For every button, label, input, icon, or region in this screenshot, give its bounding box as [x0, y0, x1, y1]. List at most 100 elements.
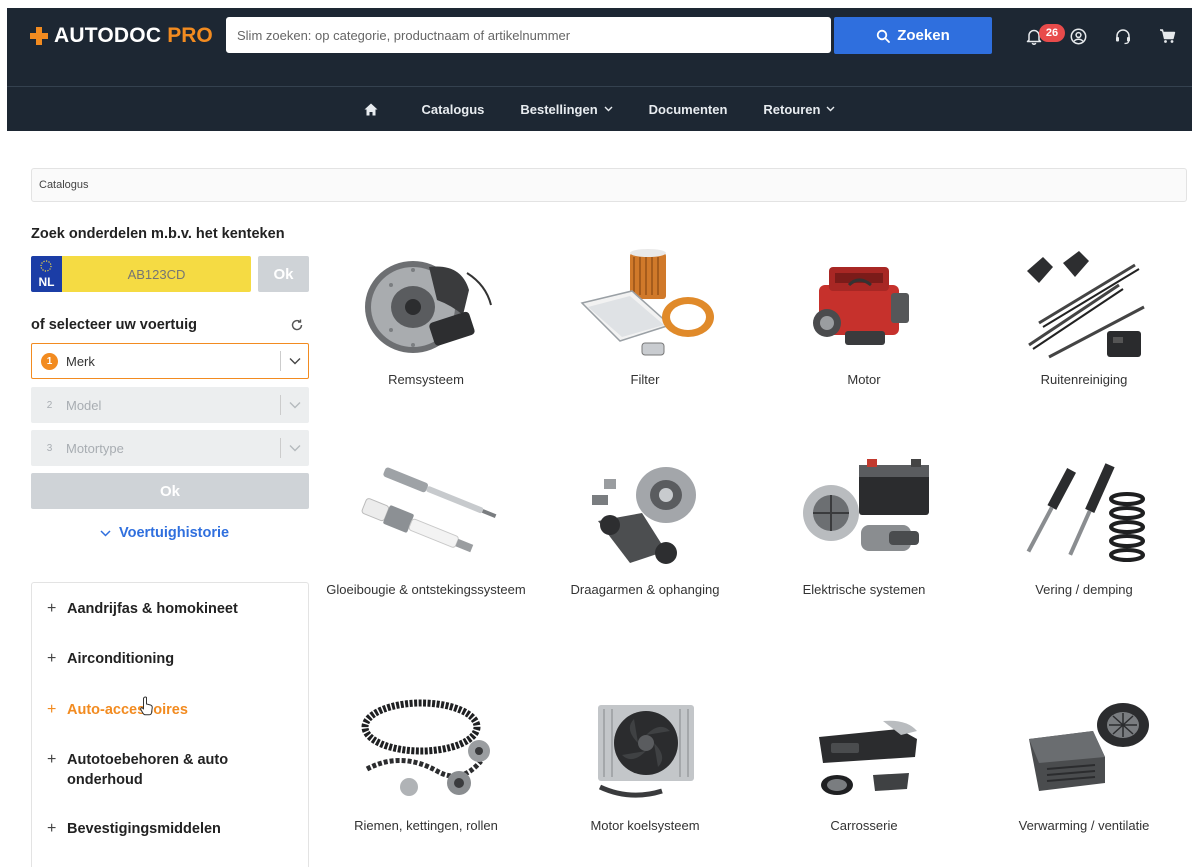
plate-search-title: Zoek onderdelen m.b.v. het kenteken	[31, 226, 285, 242]
spark-plug-icon	[346, 450, 506, 580]
cart-button[interactable]	[1155, 24, 1179, 48]
nav-bestellingen-label: Bestellingen	[520, 101, 598, 117]
sidebar-item-bevestigingsmiddelen[interactable]: + Bevestigingsmiddelen	[47, 819, 287, 839]
search-button[interactable]: Zoeken	[834, 17, 992, 54]
brand-select[interactable]: 1 Merk	[31, 343, 309, 379]
suspension-arm-icon	[565, 450, 725, 580]
brake-disc-icon	[346, 240, 506, 370]
sidebar-item-label: Auto-accessoires	[67, 702, 188, 718]
sidebar-item-label: Airconditioning	[67, 651, 175, 667]
category-gloeibougie[interactable]: Gloeibougie & ontstekingssysteem	[326, 450, 526, 600]
category-label: Filter	[630, 372, 660, 387]
home-icon	[364, 103, 378, 115]
step-number: 3	[46, 442, 53, 454]
blower-icon	[1004, 686, 1164, 816]
vehicle-ok-button[interactable]: Ok	[31, 473, 309, 509]
model-select[interactable]: 2 Model	[31, 387, 309, 423]
category-label: Elektrische systemen	[802, 582, 926, 597]
license-plate-field: NL	[31, 256, 251, 292]
category-label: Remsysteem	[388, 372, 464, 387]
category-elektrische-systemen[interactable]: Elektrische systemen	[764, 450, 964, 600]
car-body-icon	[784, 686, 944, 816]
sidebar-item-auto-accessoires[interactable]: + Auto-accessoires	[47, 700, 287, 720]
engine-icon	[784, 240, 944, 370]
category-motor[interactable]: Motor	[764, 240, 964, 390]
eu-stars-icon	[40, 260, 52, 272]
battery-icon	[784, 450, 944, 580]
sidebar-item-airconditioning[interactable]: + Airconditioning	[47, 649, 287, 669]
radiator-icon	[565, 686, 725, 816]
category-draagarmen[interactable]: Draagarmen & ophanging	[545, 450, 745, 600]
chevron-down-icon	[826, 106, 835, 112]
nav-documenten[interactable]: Documenten	[649, 102, 728, 117]
vehicle-select-title: of selecteer uw voertuig	[31, 317, 197, 333]
support-button[interactable]	[1111, 24, 1135, 48]
wiper-icon	[1004, 240, 1164, 370]
step-number: 1	[41, 352, 58, 370]
headset-icon	[1116, 28, 1130, 44]
license-plate-input[interactable]	[62, 256, 251, 292]
category-motor-koelsysteem[interactable]: Motor koelsysteem	[545, 686, 745, 836]
category-ruitenreiniging[interactable]: Ruitenreiniging	[984, 240, 1184, 390]
plus-icon: +	[47, 820, 57, 837]
vehicle-history-label: Voertuighistorie	[119, 525, 230, 541]
user-icon	[1070, 28, 1086, 44]
top-header: AUTODOC PRO Zoeken 26 Catalogus Bestelli…	[7, 8, 1192, 131]
timing-belt-icon	[346, 686, 506, 816]
reset-icon[interactable]	[289, 317, 305, 333]
notification-count-badge: 26	[1039, 24, 1065, 42]
sidebar-item-label: Bevestigingsmiddelen	[67, 821, 221, 837]
category-verwarming-ventilatie[interactable]: Verwarming / ventilatie	[984, 686, 1184, 836]
search-icon	[877, 29, 891, 43]
step-number: 2	[46, 399, 53, 411]
nav-retouren-label: Retouren	[763, 101, 821, 117]
main-nav: Catalogus Bestellingen Documenten Retour…	[7, 87, 1192, 131]
category-label: Motor	[847, 372, 881, 387]
nav-bestellingen[interactable]: Bestellingen	[520, 101, 613, 117]
sidebar-item-aandrijfas[interactable]: + Aandrijfas & homokineet	[47, 599, 287, 619]
account-button[interactable]	[1066, 24, 1090, 48]
chevron-down-icon	[604, 106, 613, 112]
sidebar-item-label: Aandrijfas & homokineet	[67, 601, 238, 617]
model-select-label: Model	[66, 397, 102, 413]
category-label: Motor koelsysteem	[590, 818, 700, 833]
logo-text: AUTODOC	[54, 24, 162, 47]
sidebar-item-autotoebehoren[interactable]: + Autotoebehoren & auto onderhoud	[47, 750, 237, 790]
category-riemen[interactable]: Riemen, kettingen, rollen	[326, 686, 526, 836]
country-code: NL	[38, 275, 55, 289]
nav-catalogus-label: Catalogus	[421, 101, 485, 117]
engine-type-select[interactable]: 3 Motortype	[31, 430, 309, 466]
plus-icon: +	[47, 600, 57, 617]
chevron-down-icon	[281, 444, 308, 452]
category-label: Carrosserie	[830, 818, 898, 833]
plus-icon: +	[47, 751, 57, 768]
plus-icon: +	[47, 701, 57, 718]
category-filter[interactable]: Filter	[545, 240, 745, 390]
category-carrosserie[interactable]: Carrosserie	[764, 686, 964, 836]
category-label: Vering / demping	[1035, 582, 1133, 597]
hand-cursor-icon	[140, 696, 153, 716]
eu-country-badge: NL	[31, 256, 62, 292]
engine-type-select-label: Motortype	[66, 440, 124, 456]
plus-icon: +	[47, 650, 57, 667]
autodoc-pro-logo[interactable]: AUTODOC PRO	[30, 24, 213, 48]
plate-ok-button[interactable]: Ok	[258, 256, 309, 292]
category-remsysteem[interactable]: Remsysteem	[326, 240, 526, 390]
breadcrumb: Catalogus	[31, 168, 1187, 202]
nav-documenten-label: Documenten	[648, 101, 728, 117]
search-button-label: Zoeken	[897, 27, 950, 44]
logo-plus-icon	[30, 27, 48, 45]
breadcrumb-catalogus[interactable]: Catalogus	[39, 179, 89, 191]
filter-icon	[565, 240, 725, 370]
category-label: Draagarmen & ophanging	[570, 582, 720, 597]
category-label: Verwarming / ventilatie	[1018, 818, 1150, 833]
nav-catalogus[interactable]: Catalogus	[422, 102, 485, 117]
brand-select-label: Merk	[66, 353, 95, 369]
category-vering-demping[interactable]: Vering / demping	[984, 450, 1184, 600]
category-label: Ruitenreiniging	[1040, 372, 1128, 387]
nav-retouren[interactable]: Retouren	[763, 102, 835, 117]
vehicle-history-toggle[interactable]: Voertuighistorie	[100, 525, 229, 541]
search-input[interactable]	[226, 17, 831, 53]
chevron-down-icon	[100, 529, 111, 537]
home-link[interactable]	[364, 103, 378, 116]
